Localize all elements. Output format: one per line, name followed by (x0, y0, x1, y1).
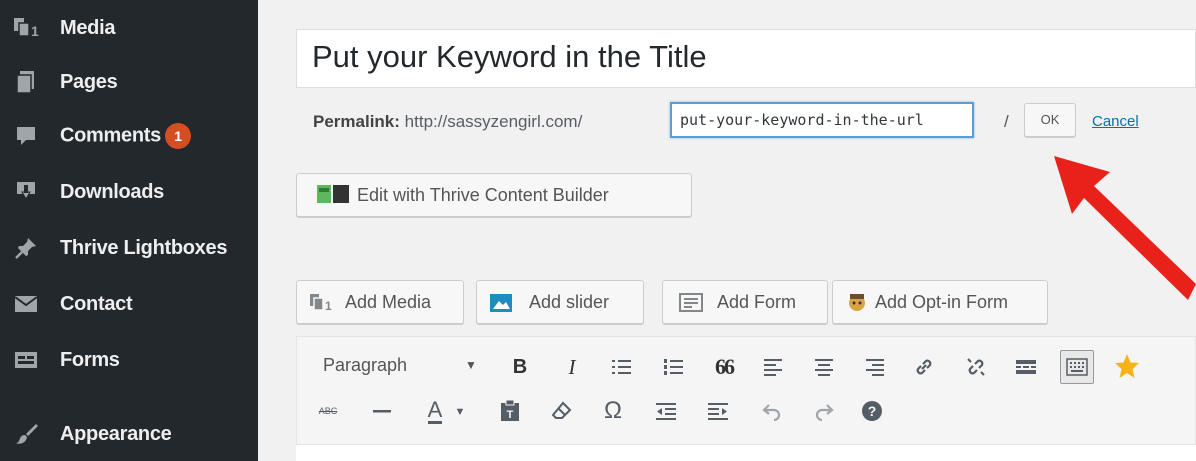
svg-text:1: 1 (325, 299, 332, 313)
help-icon[interactable]: ? (858, 396, 886, 426)
sidebar-item-forms[interactable]: Forms (0, 340, 258, 380)
text-color-button[interactable]: A (420, 395, 450, 427)
paste-text-icon[interactable]: T (496, 396, 524, 426)
thrive-content-builder-button[interactable]: Edit with Thrive Content Builder (296, 173, 692, 217)
sidebar-item-thrive-lightboxes[interactable]: Thrive Lightboxes (0, 228, 258, 268)
chevron-down-icon[interactable]: ▼ (452, 399, 468, 425)
optin-icon (845, 292, 869, 314)
sidebar-item-label-text: Comments (60, 124, 161, 147)
sidebar-item-downloads[interactable]: Downloads (0, 172, 258, 212)
sidebar-item-media[interactable]: 1 Media (0, 8, 258, 48)
sidebar-item-label: Contact (60, 292, 133, 315)
pin-icon (13, 235, 39, 261)
sidebar-item-appearance[interactable]: Appearance (0, 414, 258, 454)
downloads-icon (13, 179, 39, 205)
sidebar-item-comments[interactable]: Comments 1 (0, 116, 258, 156)
media-icon: 1 (309, 292, 333, 314)
numbered-list-icon[interactable] (660, 352, 688, 382)
forms-icon (13, 347, 39, 373)
sidebar-item-label: Forms (60, 348, 120, 371)
format-select[interactable]: Paragraph ▼ (313, 350, 491, 384)
svg-text:1: 1 (31, 23, 39, 39)
sidebar-item-label: Media (60, 16, 116, 39)
align-right-icon[interactable] (860, 352, 888, 382)
add-media-label: Add Media (345, 292, 432, 312)
pages-icon (13, 69, 39, 95)
slider-icon (489, 292, 513, 314)
thrive-builder-icon (317, 185, 349, 205)
comments-icon (13, 123, 39, 149)
media-icon: 1 (13, 15, 39, 41)
chevron-down-icon: ▼ (465, 358, 477, 372)
bullet-list-icon[interactable] (608, 352, 636, 382)
unlink-icon[interactable] (962, 352, 990, 382)
thrive-button-label: Edit with Thrive Content Builder (357, 185, 609, 205)
align-center-icon[interactable] (810, 352, 838, 382)
add-slider-label: Add slider (529, 292, 610, 312)
outdent-icon[interactable] (652, 396, 680, 426)
blockquote-icon[interactable]: 66 (710, 352, 738, 382)
format-select-value: Paragraph (323, 355, 408, 375)
permalink-base-url: http://sassyzengirl.com/ (404, 112, 583, 131)
annotation-arrow (1048, 152, 1196, 302)
add-form-label: Add Form (717, 292, 797, 312)
permalink-trailing-slash: / (1004, 112, 1009, 131)
permalink-ok-button[interactable]: OK (1024, 103, 1076, 137)
envelope-icon (13, 291, 39, 317)
horizontal-line-icon[interactable] (368, 397, 396, 425)
indent-icon[interactable] (704, 396, 732, 426)
link-icon[interactable] (910, 352, 938, 382)
star-icon[interactable] (1110, 350, 1144, 382)
add-optin-form-button[interactable]: Add Opt-in Form (832, 280, 1048, 324)
permalink-slug-input[interactable]: put-your-keyword-in-the-url (670, 102, 974, 138)
comment-count-badge: 1 (164, 123, 191, 149)
sidebar-item-label: Pages (60, 70, 118, 93)
special-character-button[interactable]: Ω (598, 395, 628, 427)
permalink-label: Permalink: http://sassyzengirl.com/ (313, 112, 582, 132)
permalink-label-text: Permalink: (313, 112, 400, 131)
svg-text:T: T (507, 409, 514, 421)
permalink-cancel-link[interactable]: Cancel (1092, 113, 1139, 130)
text-color-letter: A (427, 396, 443, 424)
admin-sidebar: 1 Media Pages Comments 1 Downloads Thrive… (0, 0, 258, 461)
italic-button[interactable]: I (558, 352, 586, 382)
sidebar-item-contact[interactable]: Contact (0, 284, 258, 324)
read-more-icon[interactable] (1012, 352, 1040, 382)
bold-button[interactable]: B (506, 352, 534, 382)
permalink-row: Permalink: http://sassyzengirl.com/ put-… (296, 102, 1196, 142)
add-optin-form-label: Add Opt-in Form (875, 292, 1009, 312)
editor-content-area[interactable] (296, 444, 1196, 461)
align-left-icon[interactable] (760, 352, 788, 382)
toolbar-toggle-icon[interactable] (1060, 350, 1094, 384)
sidebar-item-pages[interactable]: Pages (0, 62, 258, 102)
sidebar-item-label: Comments 1 (60, 123, 191, 149)
sidebar-item-label: Appearance (60, 422, 172, 445)
post-title-field[interactable]: Put your Keyword in the Title (296, 29, 1196, 88)
add-slider-button[interactable]: Add slider (476, 280, 644, 324)
add-form-button[interactable]: Add Form (662, 280, 828, 324)
undo-icon[interactable] (758, 396, 786, 426)
clear-formatting-icon[interactable] (548, 396, 576, 426)
svg-text:?: ? (868, 403, 877, 419)
sidebar-item-label: Thrive Lightboxes (60, 236, 228, 259)
post-title-text: Put your Keyword in the Title (312, 39, 707, 74)
brush-icon (13, 421, 39, 447)
strikethrough-button[interactable]: ABC (314, 397, 342, 425)
add-media-button[interactable]: 1 Add Media (296, 280, 464, 324)
redo-icon[interactable] (810, 396, 838, 426)
form-icon (679, 292, 703, 314)
sidebar-item-label: Downloads (60, 180, 164, 203)
